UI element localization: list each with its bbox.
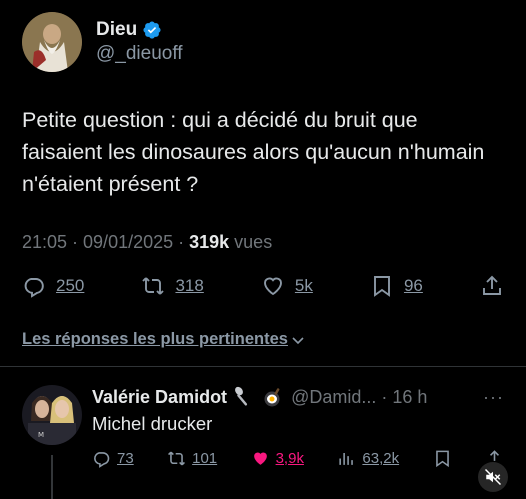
reply-time[interactable]: · 16 h <box>381 387 427 408</box>
views-icon <box>339 452 354 465</box>
retweet-count: 318 <box>175 276 204 295</box>
share-icon <box>483 275 501 295</box>
chevron-down-icon <box>292 336 304 344</box>
reply-author-handle[interactable]: @Damid... <box>291 387 376 408</box>
reply-button[interactable]: 250 <box>22 274 84 298</box>
like-icon <box>253 452 267 465</box>
reply-avatar[interactable]: M <box>22 385 82 445</box>
spoon-emoji-icon <box>235 386 248 406</box>
author-name[interactable]: Dieu <box>96 19 137 41</box>
bookmark-icon <box>374 276 390 297</box>
verified-badge-icon <box>143 21 161 39</box>
views-count: 319k <box>189 232 230 252</box>
reply-count: 250 <box>56 276 85 295</box>
pan-emoji-icon <box>264 388 280 407</box>
retweet-icon <box>168 451 186 466</box>
reply-views-count: 63,2k <box>362 450 400 467</box>
share-button[interactable] <box>480 274 504 298</box>
retweet-icon <box>142 277 165 295</box>
more-options-icon[interactable]: ··· <box>483 387 504 408</box>
mute-icon <box>484 468 502 486</box>
reply-actions: 73 101 3,9k 63,2k <box>92 449 504 468</box>
reply-text: Michel drucker <box>92 413 213 434</box>
svg-text:M: M <box>38 431 44 439</box>
views-label: vues <box>229 232 273 252</box>
like-icon <box>263 277 282 296</box>
bookmark-count: 96 <box>403 276 423 295</box>
reply-reply-count: 73 <box>117 450 134 467</box>
reply-author-name[interactable]: Valérie Damidot <box>92 387 227 408</box>
bookmark-button[interactable]: 96 <box>370 274 423 298</box>
like-button[interactable]: 5k <box>261 274 313 298</box>
reply-reply-button[interactable]: 73 <box>92 449 134 468</box>
tweet-timestamp[interactable]: 21:05 · 09/01/2025 · <box>22 232 189 252</box>
reply-bookmark-button[interactable] <box>433 449 452 468</box>
tweet-actions: 250 318 5k 96 <box>22 274 504 298</box>
thread-line <box>51 455 53 499</box>
reply-retweet-button[interactable]: 101 <box>167 449 217 468</box>
reply-header: Valérie Damidot @Damid... · 16 h ··· <box>92 386 504 408</box>
reply-icon <box>94 452 110 468</box>
retweet-button[interactable]: 318 <box>141 274 204 298</box>
divider <box>0 366 526 367</box>
replies-sort-label: Les réponses les plus pertinentes <box>22 330 288 348</box>
like-count: 5k <box>294 276 313 295</box>
author-avatar[interactable] <box>22 12 82 72</box>
reply-like-button[interactable]: 3,9k <box>251 449 304 468</box>
bookmark-icon <box>435 450 449 468</box>
replies-sort-dropdown[interactable]: Les réponses les plus pertinentes <box>22 330 305 349</box>
mute-button[interactable] <box>478 462 508 492</box>
tweet-header: Dieu @_dieuoff <box>22 12 183 72</box>
reply-views-button[interactable]: 63,2k <box>337 449 399 468</box>
reply-retweet-count: 101 <box>192 450 218 467</box>
reply-icon <box>24 278 44 298</box>
tweet-meta: 21:05 · 09/01/2025 · 319k vues <box>22 232 272 253</box>
tweet-text: Petite question : qui a décidé du bruit … <box>22 108 485 196</box>
reply-like-count: 3,9k <box>275 450 304 467</box>
author-handle[interactable]: @_dieuoff <box>96 43 183 65</box>
